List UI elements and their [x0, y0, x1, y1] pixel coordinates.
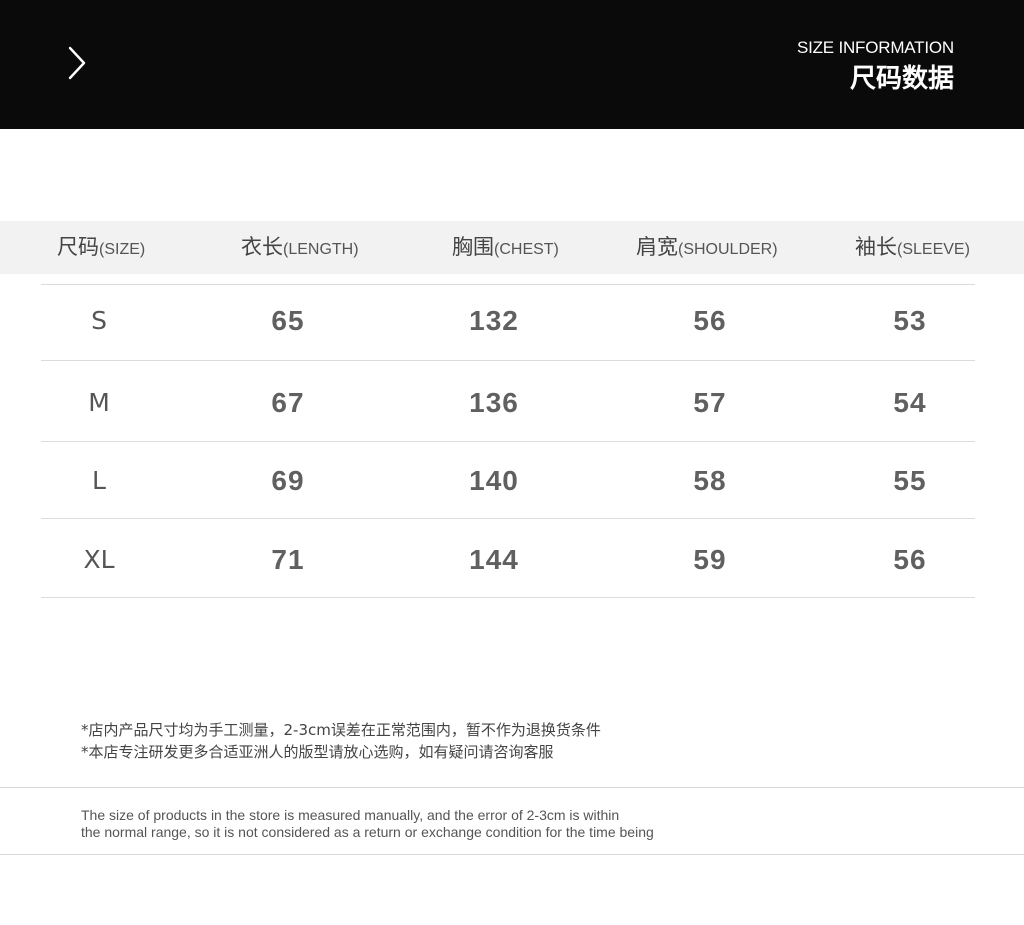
table-row: S 65 132 56 53 [0, 291, 1024, 351]
note-line: the normal range, so it is not considere… [81, 824, 654, 840]
length-cell: 65 [271, 305, 305, 336]
column-header-en: (LENGTH) [283, 241, 359, 258]
shoulder-cell: 56 [693, 305, 727, 336]
divider [0, 787, 1024, 788]
column-header-chest: 胸围(CHEST) [452, 221, 559, 274]
size-cell: S [91, 306, 107, 335]
chevron-right-icon[interactable] [58, 44, 96, 82]
shoulder-cell: 59 [693, 544, 727, 575]
length-cell: 69 [271, 465, 305, 496]
column-header-en: (SLEEVE) [897, 241, 970, 258]
row-divider [41, 284, 975, 285]
table-row: M 67 136 57 54 [0, 373, 1024, 433]
notes-cn: *店内产品尺寸均为手工测量，2-3cm误差在正常范围内，暂不作为退换货条件 *本… [81, 719, 601, 763]
sleeve-cell: 54 [893, 387, 927, 418]
column-header-size: 尺码(SIZE) [57, 221, 145, 274]
note-line: *本店专注研发更多合适亚洲人的版型请放心选购，如有疑问请咨询客服 [81, 743, 554, 761]
divider [0, 854, 1024, 855]
row-divider [41, 518, 975, 519]
header-bar: SIZE INFORMATION 尺码数据 [0, 0, 1024, 129]
size-cell: M [88, 388, 110, 417]
column-header-cn: 肩宽 [636, 235, 678, 259]
table-header: 尺码(SIZE) 衣长(LENGTH) 胸围(CHEST) 肩宽(SHOULDE… [0, 221, 1024, 274]
size-cell: L [92, 466, 106, 495]
note-line: The size of products in the store is mea… [81, 807, 620, 823]
chest-cell: 132 [469, 305, 519, 336]
column-header-en: (CHEST) [494, 241, 559, 258]
column-header-en: (SIZE) [99, 241, 146, 258]
note-line: *店内产品尺寸均为手工测量，2-3cm误差在正常范围内，暂不作为退换货条件 [81, 721, 601, 739]
sleeve-cell: 56 [893, 544, 927, 575]
notes-en: The size of products in the store is mea… [81, 807, 654, 841]
column-header-shoulder: 肩宽(SHOULDER) [636, 221, 778, 274]
chest-cell: 140 [469, 465, 519, 496]
shoulder-cell: 58 [693, 465, 727, 496]
column-header-cn: 胸围 [452, 235, 494, 259]
header-title-cn: 尺码数据 [849, 64, 954, 94]
column-header-cn: 袖长 [855, 235, 897, 259]
sleeve-cell: 53 [893, 305, 927, 336]
sleeve-cell: 55 [893, 465, 927, 496]
table-row: L 69 140 58 55 [0, 451, 1024, 511]
column-header-cn: 尺码 [57, 235, 99, 259]
length-cell: 67 [271, 387, 305, 418]
table-row: XL 71 144 59 56 [0, 530, 1024, 590]
length-cell: 71 [271, 544, 305, 575]
shoulder-cell: 57 [693, 387, 727, 418]
chest-cell: 144 [469, 544, 519, 575]
column-header-en: (SHOULDER) [678, 241, 778, 258]
row-divider [41, 441, 975, 442]
row-divider [41, 597, 975, 598]
header-title-en: SIZE INFORMATION [796, 38, 954, 57]
chest-cell: 136 [469, 387, 519, 418]
row-divider [41, 360, 975, 361]
column-header-cn: 衣长 [241, 235, 283, 259]
column-header-length: 衣长(LENGTH) [241, 221, 359, 274]
column-header-sleeve: 袖长(SLEEVE) [855, 221, 970, 274]
size-cell: XL [83, 545, 115, 574]
